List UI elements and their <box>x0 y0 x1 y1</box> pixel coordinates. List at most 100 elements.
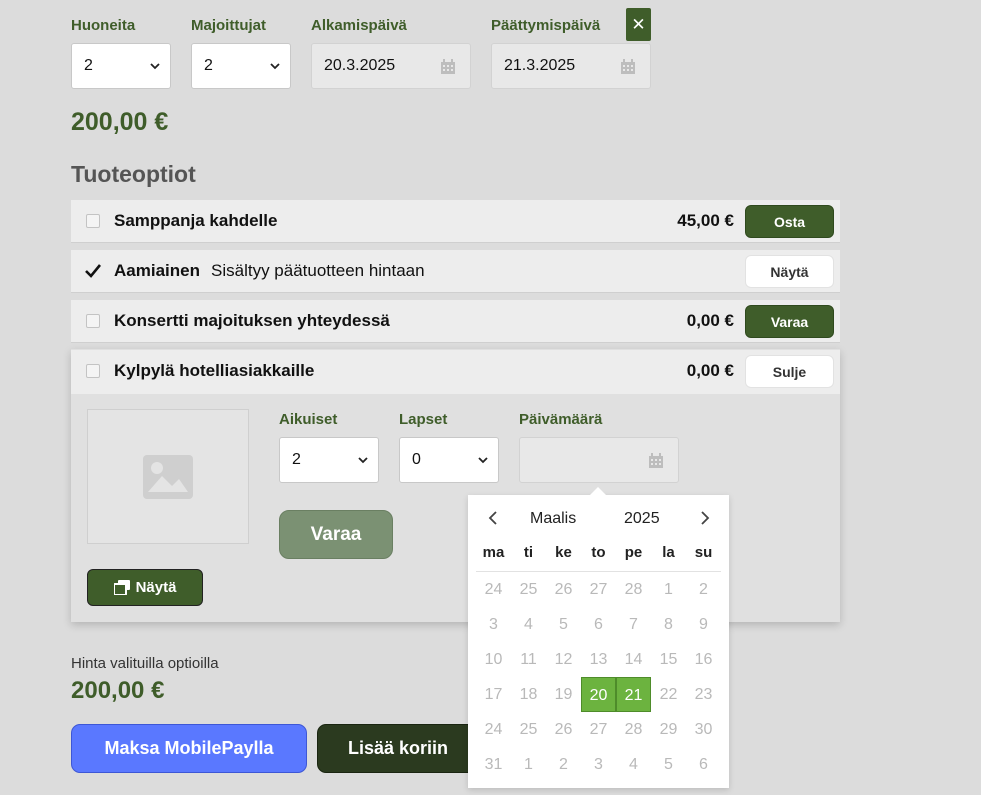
calendar-day[interactable]: 24 <box>476 572 511 607</box>
calendar-day[interactable]: 27 <box>581 572 616 607</box>
calendar-day[interactable]: 5 <box>651 747 686 782</box>
calendar-day[interactable]: 8 <box>651 607 686 642</box>
calendar-day[interactable]: 22 <box>651 677 686 712</box>
start-date-label: Alkamispäivä <box>311 17 407 34</box>
calendar-day[interactable]: 31 <box>476 747 511 782</box>
calendar-day[interactable]: 30 <box>686 712 721 747</box>
show-button[interactable]: Näytä <box>745 255 834 288</box>
calendar-day[interactable]: 16 <box>686 642 721 677</box>
end-date-value: 21.3.2025 <box>504 57 576 74</box>
calendar-day[interactable]: 13 <box>581 642 616 677</box>
chevron-down-icon <box>358 457 368 464</box>
close-option-button[interactable]: Sulje <box>745 355 834 388</box>
calendar-day[interactable]: 11 <box>511 642 546 677</box>
spa-book-button[interactable]: Varaa <box>279 510 393 559</box>
weekday-header: pe <box>624 544 643 561</box>
calendar-day[interactable]: 17 <box>476 677 511 712</box>
add-to-cart-button[interactable]: Lisää koriin <box>317 724 487 773</box>
chevron-down-icon <box>150 63 160 70</box>
guests-label: Majoittujat <box>191 17 266 34</box>
calendar-day[interactable]: 15 <box>651 642 686 677</box>
chevron-down-icon <box>478 457 488 464</box>
calendar-day[interactable]: 26 <box>546 572 581 607</box>
calendar-day[interactable]: 1 <box>511 747 546 782</box>
option-checkbox[interactable] <box>86 364 100 378</box>
calendar-month[interactable]: Maalis <box>530 510 576 528</box>
calendar-day[interactable]: 14 <box>616 642 651 677</box>
option-price: 45,00 € <box>677 211 734 230</box>
calendar-day[interactable]: 3 <box>476 607 511 642</box>
calendar-day[interactable]: 6 <box>581 607 616 642</box>
calendar-day[interactable]: 27 <box>581 712 616 747</box>
weekday-header: ke <box>555 544 572 561</box>
guests-select[interactable]: 2 <box>191 43 291 89</box>
option-checkbox[interactable] <box>86 314 100 328</box>
option-row-spa: Kylpylä hotelliasiakkaille 0,00 € Sulje <box>71 350 840 394</box>
rooms-value: 2 <box>84 57 93 74</box>
children-label: Lapset <box>399 411 448 428</box>
calendar-icon <box>621 59 635 74</box>
calendar-day[interactable]: 4 <box>616 747 651 782</box>
chevron-right-icon[interactable] <box>699 511 711 525</box>
buy-button[interactable]: Osta <box>745 205 834 238</box>
calendar-year[interactable]: 2025 <box>624 510 660 528</box>
calendar-day[interactable]: 24 <box>476 712 511 747</box>
chevron-left-icon[interactable] <box>487 511 499 525</box>
option-row-breakfast: Aamiainen Sisältyy päätuotteen hintaan N… <box>71 250 840 293</box>
calendar-day[interactable]: 12 <box>546 642 581 677</box>
end-date-field[interactable]: 21.3.2025 <box>491 43 651 89</box>
end-date-label: Päättymispäivä <box>491 17 601 34</box>
option-row-concert: Konsertti majoituksen yhteydessä 0,00 € … <box>71 300 840 343</box>
option-name: Konsertti majoituksen yhteydessä <box>114 311 390 330</box>
weekday-header: la <box>662 544 675 561</box>
rooms-label: Huoneita <box>71 17 136 34</box>
adults-select[interactable]: 2 <box>279 437 379 483</box>
calendar-day[interactable]: 9 <box>686 607 721 642</box>
gallery-show-button[interactable]: Näytä <box>87 569 203 606</box>
calendar-icon <box>441 59 455 74</box>
start-date-field[interactable]: 20.3.2025 <box>311 43 471 89</box>
summary-price: 200,00 € <box>71 677 165 704</box>
calendar-day[interactable]: 6 <box>686 747 721 782</box>
checkmark-icon <box>85 264 102 278</box>
calendar-day[interactable]: 10 <box>476 642 511 677</box>
close-button[interactable]: ✕ <box>626 8 651 41</box>
calendar-day[interactable]: 25 <box>511 712 546 747</box>
rooms-select[interactable]: 2 <box>71 43 171 89</box>
calendar-day[interactable]: 26 <box>546 712 581 747</box>
children-select[interactable]: 0 <box>399 437 499 483</box>
calendar-day[interactable]: 5 <box>546 607 581 642</box>
calendar-day[interactable]: 2 <box>686 572 721 607</box>
calendar-day[interactable]: 3 <box>581 747 616 782</box>
weekday-header: ma <box>482 544 505 561</box>
spa-date-field[interactable] <box>519 437 679 483</box>
calendar-day[interactable]: 2 <box>546 747 581 782</box>
calendar-day[interactable]: 28 <box>616 712 651 747</box>
calendar-day[interactable]: 25 <box>511 572 546 607</box>
adults-value: 2 <box>292 451 301 468</box>
book-button[interactable]: Varaa <box>745 305 834 338</box>
calendar-day[interactable]: 23 <box>686 677 721 712</box>
calendar-day[interactable]: 18 <box>511 677 546 712</box>
calendar-day[interactable]: 7 <box>616 607 651 642</box>
calendar-day[interactable]: 28 <box>616 572 651 607</box>
product-image-placeholder <box>87 409 249 544</box>
adults-label: Aikuiset <box>279 411 338 428</box>
calendar-day[interactable]: 1 <box>651 572 686 607</box>
calendar-day[interactable]: 29 <box>651 712 686 747</box>
calendar-popup: Maalis 2025 ma ti ke to pe la su 24 25 26 27 28 1 2 3… <box>468 487 729 788</box>
calendar-day[interactable]: 19 <box>546 677 581 712</box>
calendar-day-selected[interactable]: 20 <box>581 677 616 712</box>
option-name: Samppanja kahdelle <box>114 211 278 230</box>
calendar-day-selected[interactable]: 21 <box>616 677 651 712</box>
weekday-header: su <box>694 544 713 561</box>
mobilepay-button[interactable]: Maksa MobilePaylla <box>71 724 307 773</box>
calendar-day[interactable]: 4 <box>511 607 546 642</box>
summary-label: Hinta valituilla optioilla <box>71 655 219 672</box>
popup-arrow <box>590 487 606 495</box>
children-value: 0 <box>412 451 421 468</box>
calendar-icon <box>649 453 663 468</box>
start-date-value: 20.3.2025 <box>324 57 396 74</box>
option-checkbox[interactable] <box>86 214 100 228</box>
option-name: Kylpylä hotelliasiakkaille <box>114 361 315 380</box>
